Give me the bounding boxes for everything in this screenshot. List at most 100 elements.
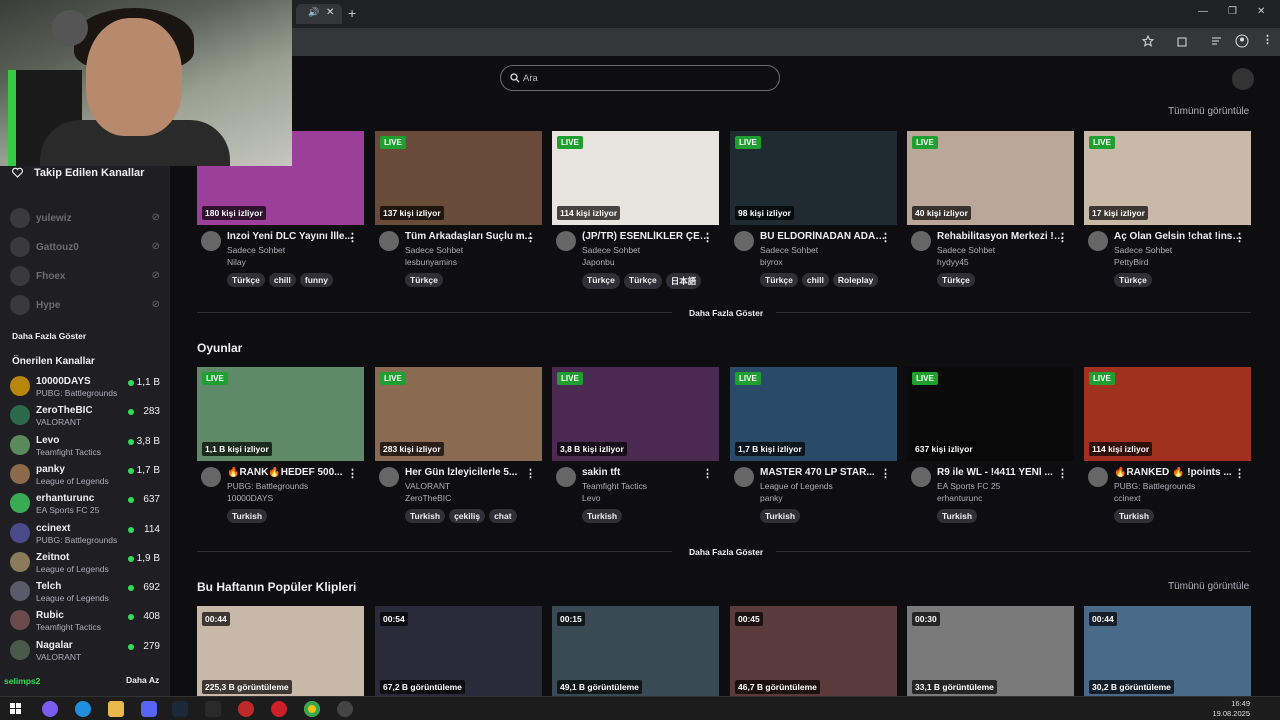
channel-avatar[interactable] <box>379 467 399 487</box>
stream-card[interactable]: LIVE 137 kişi izliyor Tüm Arkadaşları Suçl… <box>375 131 542 287</box>
stream-thumbnail[interactable]: LIVE 40 kişi izliyor <box>907 131 1074 225</box>
more-options-icon[interactable]: ⋮ <box>880 467 891 480</box>
channel-name[interactable]: lesbunyamins <box>405 257 457 267</box>
stream-category[interactable]: Sadece Sohbet <box>227 245 285 255</box>
more-options-icon[interactable]: ⋮ <box>525 467 536 480</box>
stream-thumbnail[interactable]: LIVE 283 kişi izliyor <box>375 367 542 461</box>
view-all-live-link[interactable]: Tümünü görüntüle <box>1168 106 1249 117</box>
channel-avatar[interactable] <box>556 231 576 251</box>
channel-avatar[interactable] <box>911 467 931 487</box>
channel-name[interactable]: biyrox <box>760 257 783 267</box>
obs-icon[interactable] <box>337 701 353 717</box>
extensions-icon[interactable] <box>1176 35 1188 47</box>
recommended-channel[interactable]: Nagalar VALORANT 279 <box>8 637 168 666</box>
clip-thumbnail[interactable]: 00:30 33,1 B görüntüleme <box>907 606 1074 696</box>
followed-channel[interactable]: Gattouz0 ⊘ <box>8 234 168 263</box>
stream-thumbnail[interactable]: LIVE 3,8 B kişi izliyor <box>552 367 719 461</box>
clip-thumbnail[interactable]: 00:45 46,7 B görüntüleme <box>730 606 897 696</box>
tag[interactable]: Türkçe <box>405 273 443 287</box>
steam-icon[interactable] <box>172 701 188 717</box>
stream-card[interactable]: LIVE 283 kişi izliyor Her Gün İzleyicilerl… <box>375 367 542 523</box>
tag[interactable]: 日本語 <box>665 273 702 289</box>
clip-card[interactable]: 00:45 46,7 B görüntüleme <box>730 606 897 696</box>
recommended-channel[interactable]: ZeroTheBIC VALORANT 283 <box>8 402 168 431</box>
channel-name[interactable]: 10000DAYS <box>227 493 273 503</box>
file-explorer-icon[interactable] <box>108 701 124 717</box>
stream-title[interactable]: 🔥RANKED 🔥 !points ... <box>1114 467 1244 478</box>
stream-category[interactable]: Sadece Sohbet <box>1114 245 1172 255</box>
user-avatar[interactable] <box>1232 68 1254 90</box>
more-options-icon[interactable]: ⋮ <box>1234 231 1245 244</box>
channel-avatar[interactable] <box>734 467 754 487</box>
profile-icon[interactable] <box>1235 34 1249 48</box>
recommended-channel[interactable]: erhanturunc EA Sports FC 25 637 <box>8 490 168 519</box>
stream-thumbnail[interactable]: LIVE 1,1 B kişi izliyor <box>197 367 364 461</box>
stream-title[interactable]: Rehabilitasyon Merkezi !B... <box>937 231 1067 242</box>
more-options-icon[interactable]: ⋮ <box>1234 467 1245 480</box>
channel-name[interactable]: hydyy45 <box>937 257 969 267</box>
sidebar-show-more[interactable]: Daha Fazla Göster <box>12 331 86 341</box>
tag[interactable]: funny <box>299 273 334 287</box>
stream-card[interactable]: LIVE 637 kişi izliyor R9 ile WL - !4411 YE… <box>907 367 1074 523</box>
channel-avatar[interactable] <box>734 231 754 251</box>
stream-title[interactable]: BU ELDORİNADAN ADAM ... <box>760 231 890 242</box>
sidebar-show-less[interactable]: Daha Az <box>126 675 159 685</box>
media-icon[interactable] <box>1211 35 1223 47</box>
more-options-icon[interactable]: ⋮ <box>347 467 358 480</box>
stream-thumbnail[interactable]: LIVE 1,7 B kişi izliyor <box>730 367 897 461</box>
channel-name[interactable]: ZeroTheBIC <box>405 493 451 503</box>
tag[interactable]: Turkish <box>937 509 978 523</box>
channel-avatar[interactable] <box>911 231 931 251</box>
stream-category[interactable]: Sadece Sohbet <box>405 245 463 255</box>
stream-title[interactable]: Tüm Arkadaşları Suçlu m... <box>405 231 535 242</box>
channel-avatar[interactable] <box>379 231 399 251</box>
stream-thumbnail[interactable]: LIVE 114 kişi izliyor <box>552 131 719 225</box>
followed-channel[interactable]: Fhoex ⊘ <box>8 263 168 292</box>
channel-name[interactable]: Japonbu <box>582 257 615 267</box>
stream-category[interactable]: Sadece Sohbet <box>937 245 995 255</box>
tag[interactable]: chill <box>801 273 829 287</box>
clip-thumbnail[interactable]: 00:54 67,2 B görüntüleme <box>375 606 542 696</box>
clip-card[interactable]: 00:44 30,2 B görüntüleme <box>1084 606 1251 696</box>
tag[interactable]: Türkçe <box>760 273 798 287</box>
stream-category[interactable]: Sadece Sohbet <box>582 245 640 255</box>
tag[interactable]: chill <box>268 273 296 287</box>
epic-games-icon[interactable] <box>205 701 221 717</box>
star-icon[interactable] <box>1142 35 1154 47</box>
tag[interactable]: çekiliş <box>449 509 486 523</box>
more-options-icon[interactable]: ⋮ <box>525 231 536 244</box>
stream-thumbnail[interactable]: LIVE 137 kişi izliyor <box>375 131 542 225</box>
tag[interactable]: Turkish <box>405 509 446 523</box>
channel-name[interactable]: ccinext <box>1114 493 1140 503</box>
discord-icon[interactable] <box>141 701 157 717</box>
channel-avatar[interactable] <box>556 467 576 487</box>
clip-thumbnail[interactable]: 00:44 30,2 B görüntüleme <box>1084 606 1251 696</box>
stream-card[interactable]: LIVE 114 kişi izliyor 🔥RANKED 🔥 !points ..… <box>1084 367 1251 523</box>
tab-close-icon[interactable]: ✕ <box>326 7 334 18</box>
recommended-channel[interactable]: ccinext PUBG: Battlegrounds 114 <box>8 520 168 549</box>
browser-tab[interactable]: 🔊 ✕ <box>296 4 342 24</box>
tag[interactable]: Türkçe <box>582 273 620 289</box>
tag[interactable]: Turkish <box>227 509 268 523</box>
recommended-channel[interactable]: 10000DAYS PUBG: Battlegrounds 1,1 B <box>8 373 168 402</box>
more-options-icon[interactable]: ⋮ <box>1057 231 1068 244</box>
recommended-channel[interactable]: Levo Teamfight Tactics 3,8 B <box>8 432 168 461</box>
tag[interactable]: Turkish <box>582 509 623 523</box>
stream-card[interactable]: LIVE 40 kişi izliyor Rehabilitasyon Merkez… <box>907 131 1074 287</box>
stream-title[interactable]: sakin tft <box>582 467 712 478</box>
tag[interactable]: Turkish <box>760 509 801 523</box>
tag[interactable]: chat <box>489 509 517 523</box>
stream-category[interactable]: VALORANT <box>405 481 450 491</box>
clip-card[interactable]: 00:15 49,1 B görüntüleme <box>552 606 719 696</box>
chrome-icon[interactable] <box>304 701 320 717</box>
restore-button[interactable]: ❐ <box>1228 6 1237 17</box>
stream-category[interactable]: Teamfight Tactics <box>582 481 647 491</box>
show-more-live-button[interactable]: Daha Fazla Göster <box>689 308 763 318</box>
windows-start-icon[interactable] <box>8 701 24 717</box>
stream-category[interactable]: Sadece Sohbet <box>760 245 818 255</box>
more-options-icon[interactable]: ⋮ <box>702 231 713 244</box>
stream-card[interactable]: LIVE 17 kişi izliyor Aç Olan Gelsin !chat … <box>1084 131 1251 287</box>
app-red-icon[interactable] <box>238 701 254 717</box>
more-options-icon[interactable]: ⋮ <box>347 231 358 244</box>
opera-icon[interactable] <box>271 701 287 717</box>
